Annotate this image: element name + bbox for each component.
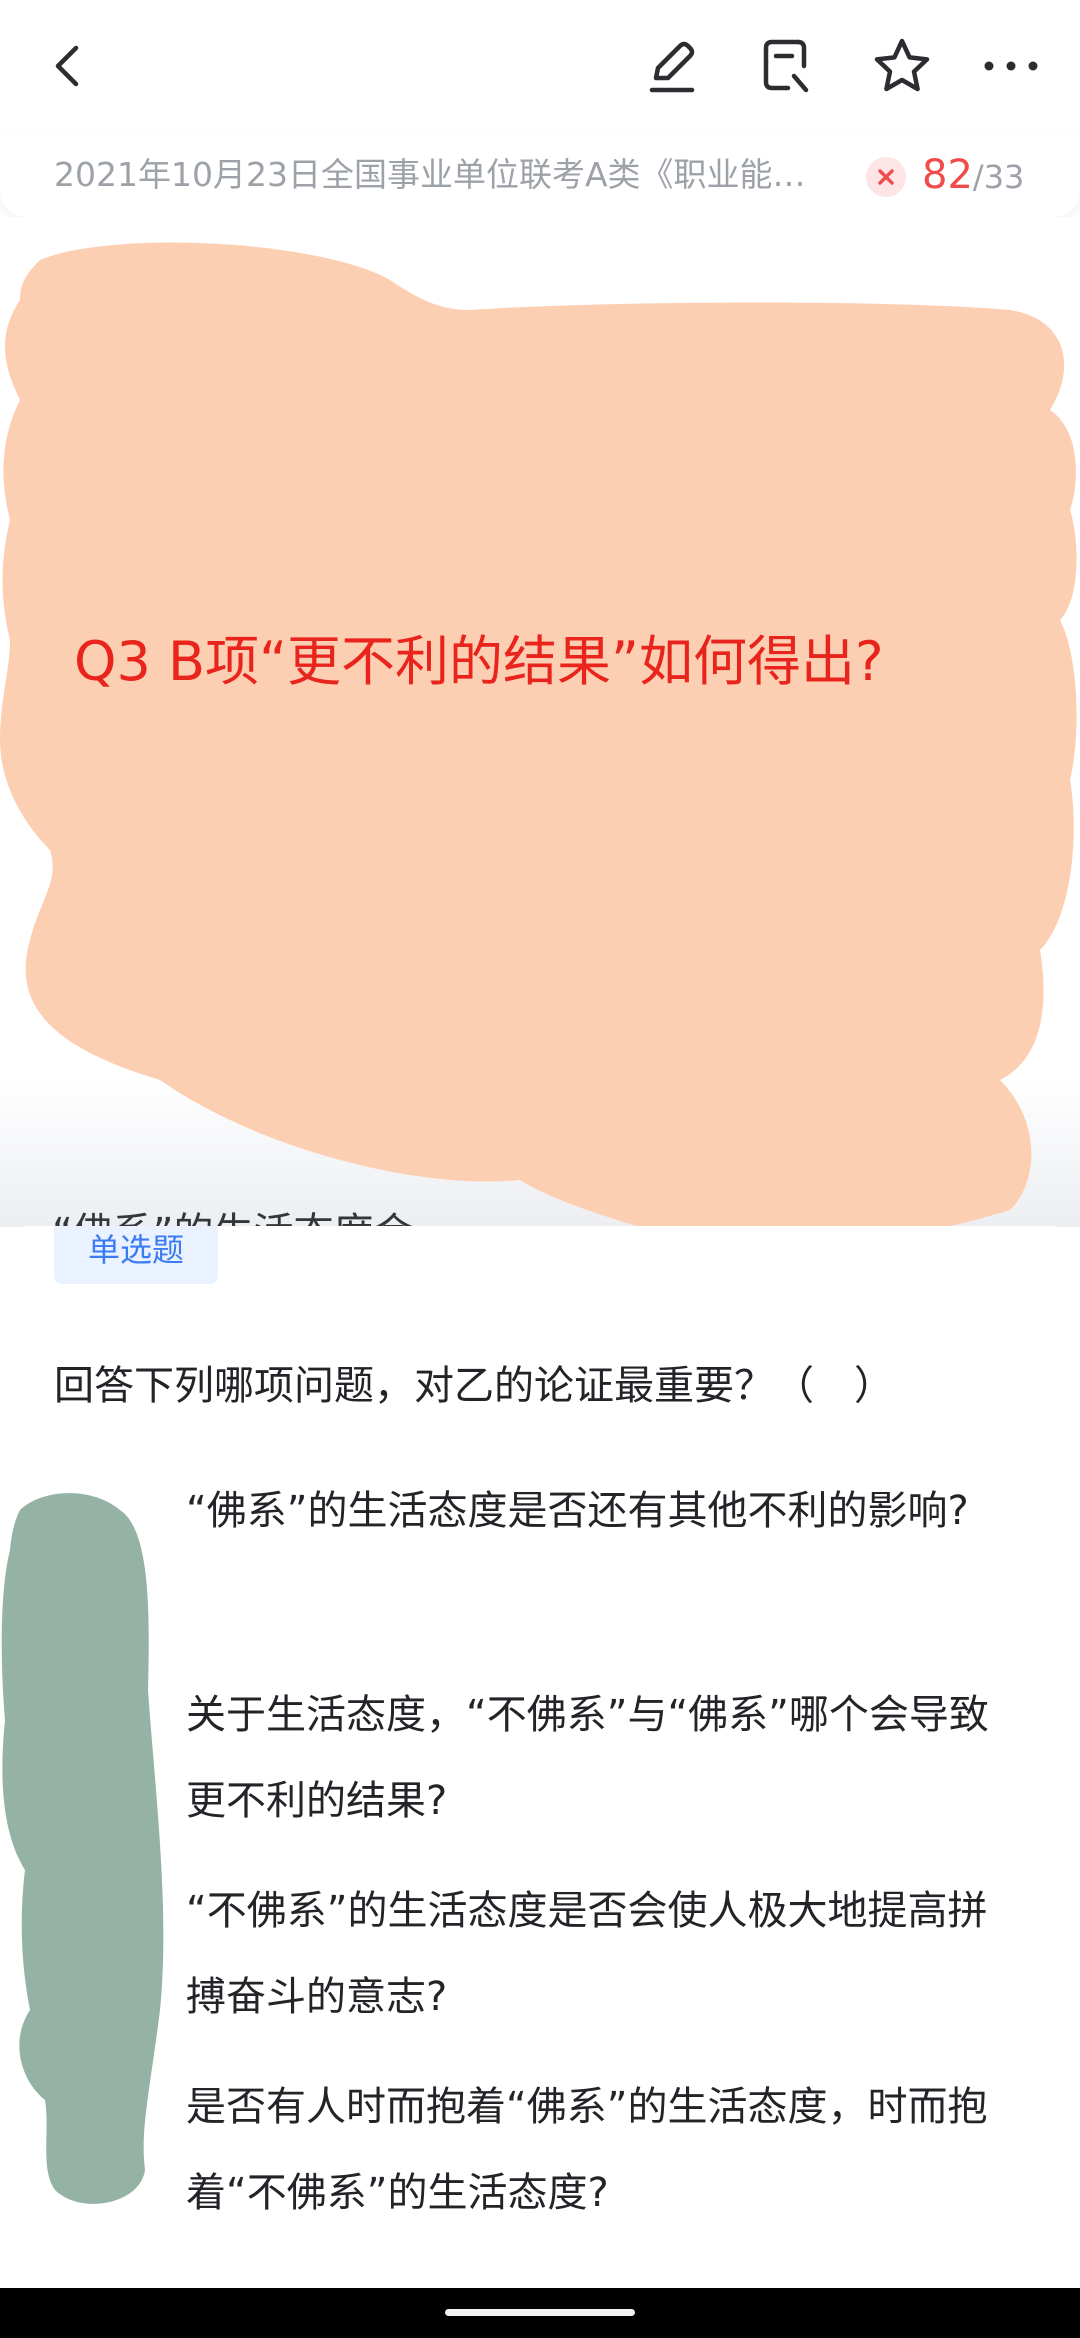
total-questions: 33 — [983, 158, 1025, 196]
more-button[interactable] — [975, 30, 1047, 102]
question-counter[interactable]: 82/33 — [922, 149, 1024, 201]
exam-title[interactable]: 2021年10月23日全国事业单位联考A类《职业能… — [54, 153, 814, 197]
option-d[interactable]: 是否有人时而抱着“佛系”的生活态度，时而抱着“不佛系”的生活态度? — [186, 2064, 1026, 2236]
exam-header: 2021年10月23日全国事业单位联考A类《职业能… 82/33 — [0, 135, 1080, 217]
top-bar — [0, 0, 1080, 135]
star-icon — [874, 38, 930, 92]
home-indicator[interactable] — [445, 2309, 635, 2316]
question-stem: 回答下列哪项问题，对乙的论证最重要？（ ） — [54, 1363, 894, 1409]
more-dots-icon — [984, 61, 1038, 71]
wrong-x-icon — [878, 169, 894, 185]
option-b[interactable]: 关于生活态度，“不佛系”与“佛系”哪个会导致更不利的结果? — [186, 1672, 1026, 1844]
system-nav-bar — [0, 2288, 1080, 2338]
screen: 2021年10月23日全国事业单位联考A类《职业能… 82/33 “佛系”的生活… — [0, 0, 1080, 2338]
handwritten-annotation: Q3 B项“更不利的结果”如何得出? — [74, 630, 884, 693]
option-letters-cover — [1, 1493, 164, 2204]
favorite-button[interactable] — [866, 30, 938, 102]
edit-button[interactable] — [636, 30, 708, 102]
question-type-tag: 单选题 — [54, 1226, 218, 1284]
pencil-icon — [649, 41, 695, 93]
option-c[interactable]: “不佛系”的生活态度是否会使人极大地提高拼搏奋斗的意志? — [186, 1868, 1026, 2040]
current-question-number: 82 — [922, 152, 973, 198]
note-button[interactable] — [750, 30, 822, 102]
annotation-cover — [0, 242, 1077, 1246]
counter-separator: / — [972, 158, 984, 196]
back-button[interactable] — [32, 30, 104, 102]
option-a[interactable]: “佛系”的生活态度是否还有其他不利的影响? — [186, 1468, 1026, 1554]
note-edit-icon — [763, 39, 809, 93]
wrong-answer-badge — [866, 157, 906, 197]
chevron-left-icon — [55, 45, 79, 87]
